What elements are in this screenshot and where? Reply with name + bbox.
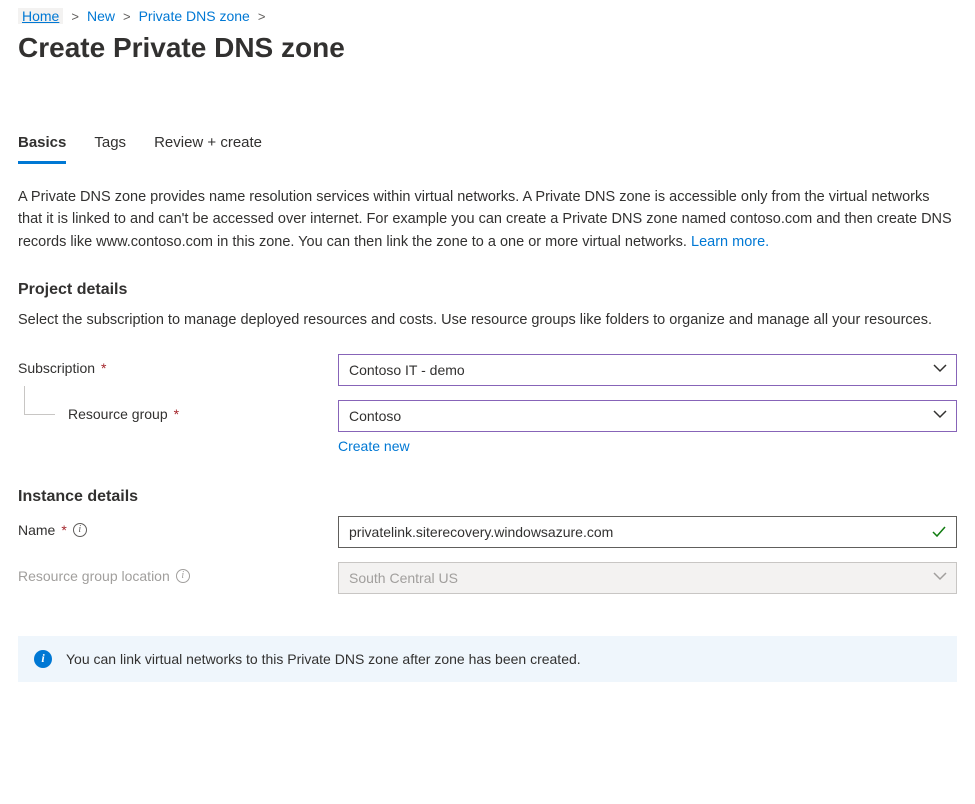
info-banner-text: You can link virtual networks to this Pr… bbox=[66, 651, 581, 667]
chevron-right-icon: > bbox=[123, 9, 131, 24]
required-asterisk: * bbox=[174, 406, 179, 422]
project-details-section: Project details Select the subscription … bbox=[18, 281, 957, 453]
resource-group-row: Resource group * Create new bbox=[18, 400, 957, 454]
page-title: Create Private DNS zone bbox=[18, 32, 957, 64]
name-label-text: Name bbox=[18, 522, 55, 538]
resource-group-select[interactable] bbox=[338, 400, 957, 432]
instance-details-heading: Instance details bbox=[18, 488, 957, 506]
chevron-right-icon: > bbox=[71, 9, 79, 24]
location-row: Resource group location i bbox=[18, 562, 957, 594]
info-icon: i bbox=[34, 650, 52, 668]
page-description: A Private DNS zone provides name resolut… bbox=[18, 186, 957, 253]
project-details-sub: Select the subscription to manage deploy… bbox=[18, 309, 957, 331]
required-asterisk: * bbox=[101, 360, 106, 376]
chevron-right-icon: > bbox=[258, 9, 266, 24]
tab-basics[interactable]: Basics bbox=[18, 134, 66, 164]
learn-more-link[interactable]: Learn more. bbox=[691, 234, 769, 250]
location-label: Resource group location i bbox=[18, 562, 338, 584]
breadcrumb-private-dns-zone[interactable]: Private DNS zone bbox=[139, 8, 250, 24]
create-new-link[interactable]: Create new bbox=[338, 438, 410, 454]
subscription-row: Subscription * bbox=[18, 354, 957, 386]
info-icon[interactable]: i bbox=[176, 569, 190, 583]
tab-tags[interactable]: Tags bbox=[94, 134, 126, 164]
required-asterisk: * bbox=[61, 522, 66, 538]
subscription-label: Subscription * bbox=[18, 354, 338, 376]
subscription-select[interactable] bbox=[338, 354, 957, 386]
tab-review-create[interactable]: Review + create bbox=[154, 134, 262, 164]
location-label-text: Resource group location bbox=[18, 568, 170, 584]
resource-group-label-text: Resource group bbox=[68, 406, 168, 422]
project-details-heading: Project details bbox=[18, 281, 957, 299]
location-select bbox=[338, 562, 957, 594]
name-row: Name * i bbox=[18, 516, 957, 548]
breadcrumb-home[interactable]: Home bbox=[18, 8, 63, 24]
info-icon[interactable]: i bbox=[73, 523, 87, 537]
breadcrumb-new[interactable]: New bbox=[87, 8, 115, 24]
info-banner: i You can link virtual networks to this … bbox=[18, 636, 957, 682]
description-text: A Private DNS zone provides name resolut… bbox=[18, 189, 952, 250]
check-icon bbox=[931, 524, 947, 543]
resource-group-label: Resource group * bbox=[18, 400, 338, 422]
tabs: Basics Tags Review + create bbox=[18, 134, 957, 164]
breadcrumb: Home > New > Private DNS zone > bbox=[18, 8, 957, 24]
subscription-label-text: Subscription bbox=[18, 360, 95, 376]
instance-details-section: Instance details Name * i Resource group… bbox=[18, 488, 957, 594]
name-input[interactable] bbox=[338, 516, 957, 548]
name-label: Name * i bbox=[18, 516, 338, 538]
